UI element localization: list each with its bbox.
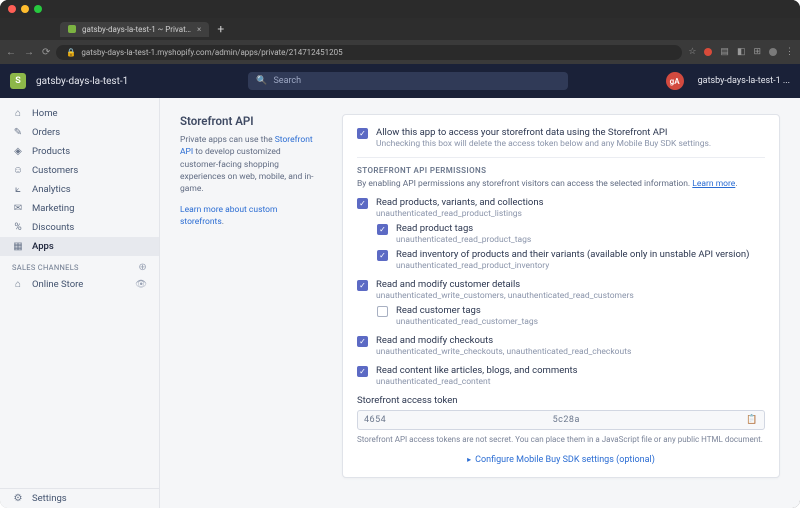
perm-child-scope: unauthenticated_read_product_inventory [396,261,765,271]
gear-icon: ⚙ [12,493,24,504]
marketing-icon: ✉ [12,203,24,214]
sidebar-item-online-store[interactable]: ⌂ Online Store 👁 [0,275,159,294]
perm-title: Read products, variants, and collections [376,197,765,208]
sidebar-item-apps[interactable]: ▦Apps [0,237,159,256]
perm-child-scope: unauthenticated_read_customer_tags [396,317,765,327]
configure-sdk-link[interactable]: Configure Mobile Buy SDK settings (optio… [475,455,655,465]
permissions-intro: By enabling API permissions any storefro… [357,179,765,189]
online-store-icon: ⌂ [12,279,24,290]
perm-checkbox[interactable] [357,280,368,291]
token-field[interactable]: 4654 5c28a 📋 [357,410,765,430]
window-min-dot[interactable] [21,5,29,13]
sidebar: ⌂Home ✎Orders ◈Products ☺Customers ⟀Anal… [0,98,160,508]
perm-scope: unauthenticated_read_product_listings [376,209,765,219]
profile-avatar-icon[interactable] [769,48,777,56]
address-bar[interactable]: 🔒 gatsby-days-la-test-1.myshopify.com/ad… [56,45,682,60]
nav-forward-icon[interactable]: → [24,47,34,58]
sidebar-item-marketing[interactable]: ✉Marketing [0,199,159,218]
orders-icon: ✎ [12,127,24,138]
storefront-api-card: Allow this app to access your storefront… [342,114,780,478]
perm-child-checkbox[interactable] [377,250,388,261]
permissions-heading: STOREFRONT API PERMISSIONS [357,166,765,175]
window-max-dot[interactable] [34,5,42,13]
token-note: Storefront API access tokens are not sec… [357,434,765,445]
perm-child-title: Read inventory of products and their var… [396,249,765,260]
ext-icon-2[interactable]: ▤ [720,47,729,57]
lock-icon: 🔒 [66,48,76,57]
sidebar-item-orders[interactable]: ✎Orders [0,123,159,142]
nav-reload-icon[interactable]: ⟳ [42,47,50,58]
perm-checkbox[interactable] [357,336,368,347]
mac-titlebar [0,0,800,18]
ext-icon-3[interactable]: ◧ [737,47,746,57]
browser-toolbar: ← → ⟳ 🔒 gatsby-days-la-test-1.myshopify.… [0,40,800,64]
star-icon[interactable]: ☆ [688,47,696,57]
perm-title: Read and modify customer details [376,279,765,290]
tab-title: gatsby-days-la-test-1 ~ Privat… [82,25,191,34]
perm-title: Read and modify checkouts [376,335,765,346]
sidebar-item-home[interactable]: ⌂Home [0,104,159,123]
avatar[interactable]: gA [666,72,684,90]
browser-tabstrip: gatsby-days-la-test-1 ~ Privat… × + [0,18,800,40]
perm-learn-more-link[interactable]: Learn more [692,179,735,189]
analytics-icon: ⟀ [12,184,24,195]
new-tab-button[interactable]: + [211,22,230,36]
url-text: gatsby-days-la-test-1.myshopify.com/admi… [81,48,342,57]
menu-icon[interactable]: ⋮ [785,47,794,57]
home-icon: ⌂ [12,108,24,119]
search-placeholder: Search [273,76,301,86]
perm-scope: unauthenticated_write_customers, unauthe… [376,291,765,301]
sales-channels-heading: SALES CHANNELS ⊕ [0,256,159,275]
perm-child-scope: unauthenticated_read_product_tags [396,235,765,245]
perm-child-title: Read product tags [396,223,765,234]
ext-icon-1[interactable] [704,48,712,56]
app-topbar: S gatsby-days-la-test-1 🔍 Search gA gats… [0,64,800,98]
perm-child-title: Read customer tags [396,305,765,316]
section-desc: Private apps can use the Storefront API … [180,134,320,196]
browser-tab[interactable]: gatsby-days-la-test-1 ~ Privat… × [60,22,209,37]
perm-scope: unauthenticated_read_content [376,377,765,387]
caret-right-icon: ▸ [467,455,471,464]
perm-checkbox[interactable] [357,366,368,377]
section-description: Storefront API Private apps can use the … [180,114,320,478]
copy-token-icon[interactable]: 📋 [746,415,758,425]
search-input[interactable]: 🔍 Search [248,72,568,90]
main-content: Storefront API Private apps can use the … [160,98,800,508]
customers-icon: ☺ [12,165,24,176]
perm-checkbox[interactable] [357,198,368,209]
user-menu-label[interactable]: gatsby-days-la-test-1 ... [698,76,790,86]
view-store-icon[interactable]: 👁 [135,279,147,290]
products-icon: ◈ [12,146,24,157]
sidebar-item-discounts[interactable]: %Discounts [0,218,159,237]
apps-icon: ▦ [12,241,24,252]
sidebar-item-analytics[interactable]: ⟀Analytics [0,180,159,199]
allow-access-sub: Unchecking this box will delete the acce… [376,139,765,149]
tab-favicon [68,25,76,33]
search-icon: 🔍 [256,76,267,86]
perm-title: Read content like articles, blogs, and c… [376,365,765,376]
allow-access-label: Allow this app to access your storefront… [376,127,765,138]
add-channel-icon[interactable]: ⊕ [138,262,147,273]
store-name[interactable]: gatsby-days-la-test-1 [36,76,128,87]
section-title: Storefront API [180,114,320,128]
sidebar-item-settings[interactable]: ⚙ Settings [0,489,159,508]
ext-icon-4[interactable]: ⊞ [753,47,761,57]
shopify-logo-icon[interactable]: S [10,73,26,89]
nav-back-icon[interactable]: ← [6,47,16,58]
discounts-icon: % [12,222,24,233]
tab-close-icon[interactable]: × [197,25,201,34]
window-close-dot[interactable] [8,5,16,13]
perm-scope: unauthenticated_write_checkouts, unauthe… [376,347,765,357]
perm-child-checkbox[interactable] [377,224,388,235]
token-text-left: 4654 [364,415,386,425]
sidebar-item-customers[interactable]: ☺Customers [0,161,159,180]
token-text-right: 5c28a [553,415,580,425]
allow-access-checkbox[interactable] [357,128,368,139]
perm-child-checkbox[interactable] [377,306,388,317]
learn-more-storefronts-link[interactable]: Learn more about custom storefronts [180,205,277,227]
sidebar-item-products[interactable]: ◈Products [0,142,159,161]
token-label: Storefront access token [357,395,765,406]
